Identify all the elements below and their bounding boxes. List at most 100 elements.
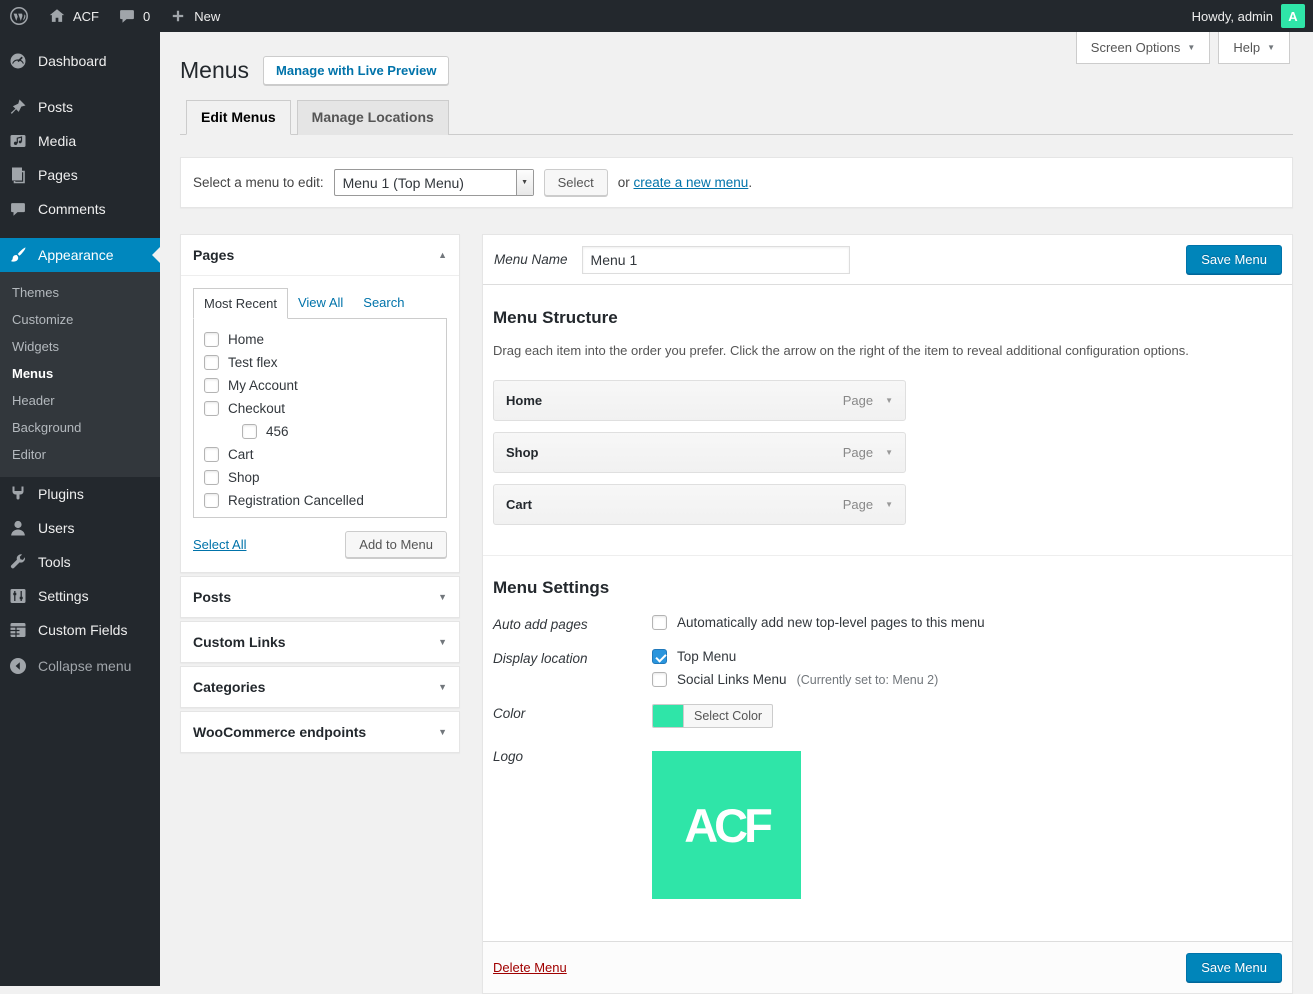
admin-sidebar: Dashboard Posts Media Pages Comments bbox=[0, 32, 160, 986]
custom-links-box-header[interactable]: Custom Links ▼ bbox=[181, 622, 459, 662]
submenu-item-widgets[interactable]: Widgets bbox=[0, 333, 160, 360]
woocommerce-endpoints-box-header[interactable]: WooCommerce endpoints ▼ bbox=[181, 712, 459, 752]
submenu-item-background[interactable]: Background bbox=[0, 414, 160, 441]
screen-options-button[interactable]: Screen Options ▼ bbox=[1076, 32, 1211, 64]
logo-image[interactable]: ACF bbox=[652, 751, 801, 899]
sidebar-item-appearance[interactable]: Appearance bbox=[0, 238, 160, 272]
submenu-item-themes[interactable]: Themes bbox=[0, 279, 160, 306]
submenu-item-menus[interactable]: Menus bbox=[0, 360, 160, 387]
menu-item-type: Page bbox=[843, 497, 873, 512]
page-check-item[interactable]: My Account bbox=[202, 374, 438, 397]
save-menu-button-bottom[interactable]: Save Menu bbox=[1186, 953, 1282, 982]
checkbox[interactable] bbox=[204, 355, 219, 370]
save-menu-button-top[interactable]: Save Menu bbox=[1186, 245, 1282, 274]
sidebar-item-plugins[interactable]: Plugins bbox=[0, 477, 160, 511]
sidebar-item-label: Dashboard bbox=[38, 51, 107, 71]
chevron-down-icon[interactable]: ▼ bbox=[438, 592, 447, 602]
chevron-down-icon[interactable]: ▼ bbox=[438, 637, 447, 647]
submenu-label: Editor bbox=[12, 447, 46, 462]
select-all-link[interactable]: Select All bbox=[193, 537, 246, 552]
new-content-menu[interactable]: New bbox=[159, 0, 229, 32]
chevron-down-icon[interactable]: ▼ bbox=[885, 396, 893, 405]
wordpress-logo-menu[interactable] bbox=[0, 0, 38, 32]
submenu-label: Background bbox=[12, 420, 81, 435]
sidebar-item-tools[interactable]: Tools bbox=[0, 545, 160, 579]
submenu-item-header[interactable]: Header bbox=[0, 387, 160, 414]
help-button[interactable]: Help ▼ bbox=[1218, 32, 1290, 64]
page-check-item[interactable]: Cart bbox=[202, 443, 438, 466]
checkbox[interactable] bbox=[204, 447, 219, 462]
chevron-up-icon[interactable]: ▲ bbox=[438, 250, 447, 260]
chevron-down-icon[interactable]: ▼ bbox=[438, 682, 447, 692]
tab-manage-locations[interactable]: Manage Locations bbox=[297, 100, 449, 135]
page-check-item[interactable]: Checkout bbox=[202, 397, 438, 420]
location-top-menu-option[interactable]: Top Menu bbox=[652, 649, 1282, 664]
auto-add-pages-option[interactable]: Automatically add new top-level pages to… bbox=[652, 615, 1282, 630]
sidebar-item-label: Users bbox=[38, 518, 75, 538]
menu-editor-panel: Menu Name Save Menu Menu Structure Drag … bbox=[482, 234, 1293, 994]
create-new-menu-link[interactable]: create a new menu bbox=[634, 175, 749, 190]
sidebar-item-users[interactable]: Users bbox=[0, 511, 160, 545]
checkbox[interactable] bbox=[204, 493, 219, 508]
menu-item-label: Cart bbox=[506, 497, 532, 512]
checkbox[interactable] bbox=[652, 615, 667, 630]
checkbox[interactable] bbox=[652, 672, 667, 687]
page-check-item[interactable]: Shop bbox=[202, 466, 438, 489]
sidebar-item-label: Tools bbox=[38, 552, 71, 572]
page-check-item[interactable]: Registration Cancelled bbox=[202, 489, 438, 512]
submenu-item-editor[interactable]: Editor bbox=[0, 441, 160, 468]
delete-menu-link[interactable]: Delete Menu bbox=[493, 960, 567, 975]
posts-box-header[interactable]: Posts ▼ bbox=[181, 577, 459, 617]
page-check-item[interactable]: Home bbox=[202, 328, 438, 351]
sidebar-item-label: Posts bbox=[38, 97, 73, 117]
tab-edit-menus[interactable]: Edit Menus bbox=[186, 100, 291, 135]
checkbox[interactable] bbox=[204, 401, 219, 416]
pages-box: Pages ▲ Most Recent View All Search bbox=[180, 234, 460, 573]
page-check-item[interactable]: 456 bbox=[202, 420, 438, 443]
sidebar-item-comments[interactable]: Comments bbox=[0, 192, 160, 226]
menu-structure-item[interactable]: Shop Page ▼ bbox=[493, 432, 906, 473]
select-color-button[interactable]: Select Color bbox=[652, 704, 773, 728]
admin-bar-right[interactable]: Howdy, admin A bbox=[1192, 4, 1313, 28]
sidebar-item-media[interactable]: Media bbox=[0, 124, 160, 158]
help-label: Help bbox=[1233, 40, 1260, 55]
checkbox[interactable] bbox=[204, 378, 219, 393]
checkbox[interactable] bbox=[204, 470, 219, 485]
chevron-down-icon[interactable]: ▼ bbox=[885, 448, 893, 457]
submenu-item-customize[interactable]: Customize bbox=[0, 306, 160, 333]
page-check-label: My Account bbox=[228, 377, 298, 394]
sidebar-item-dashboard[interactable]: Dashboard bbox=[0, 44, 160, 78]
chevron-down-icon[interactable]: ▼ bbox=[885, 500, 893, 509]
tab-search[interactable]: Search bbox=[353, 288, 414, 319]
sliders-icon bbox=[8, 586, 28, 606]
comments-menu[interactable]: 0 bbox=[108, 0, 159, 32]
menu-name-input[interactable] bbox=[582, 246, 850, 274]
manage-live-preview-button[interactable]: Manage with Live Preview bbox=[263, 56, 449, 85]
pages-box-header[interactable]: Pages ▲ bbox=[181, 235, 459, 276]
sidebar-item-collapse-menu[interactable]: Collapse menu bbox=[0, 649, 160, 683]
select-button[interactable]: Select bbox=[544, 169, 608, 196]
site-name-menu[interactable]: ACF bbox=[38, 0, 108, 32]
page-check-item[interactable]: Test flex bbox=[202, 351, 438, 374]
page-check-label: Test flex bbox=[228, 354, 278, 371]
tab-view-all[interactable]: View All bbox=[288, 288, 353, 319]
sidebar-item-settings[interactable]: Settings bbox=[0, 579, 160, 613]
categories-box-header[interactable]: Categories ▼ bbox=[181, 667, 459, 707]
checkbox[interactable] bbox=[204, 332, 219, 347]
location-option-note: (Currently set to: Menu 2) bbox=[797, 673, 939, 687]
sidebar-item-custom-fields[interactable]: Custom Fields bbox=[0, 613, 160, 647]
add-to-menu-button[interactable]: Add to Menu bbox=[345, 531, 447, 558]
checkbox[interactable] bbox=[242, 424, 257, 439]
menu-item-type: Page bbox=[843, 393, 873, 408]
chevron-down-icon[interactable]: ▼ bbox=[438, 727, 447, 737]
menu-structure-item[interactable]: Home Page ▼ bbox=[493, 380, 906, 421]
location-social-links-option[interactable]: Social Links Menu (Currently set to: Men… bbox=[652, 672, 1282, 687]
location-option-label: Social Links Menu bbox=[677, 672, 787, 687]
menu-select-dropdown[interactable]: Menu 1 (Top Menu) ▼ bbox=[334, 169, 534, 196]
sidebar-item-pages[interactable]: Pages bbox=[0, 158, 160, 192]
tab-most-recent[interactable]: Most Recent bbox=[193, 288, 288, 319]
checkbox-checked[interactable] bbox=[652, 649, 667, 664]
menu-structure-item[interactable]: Cart Page ▼ bbox=[493, 484, 906, 525]
sidebar-item-posts[interactable]: Posts bbox=[0, 90, 160, 124]
admin-bar-left: ACF 0 New bbox=[0, 0, 229, 32]
